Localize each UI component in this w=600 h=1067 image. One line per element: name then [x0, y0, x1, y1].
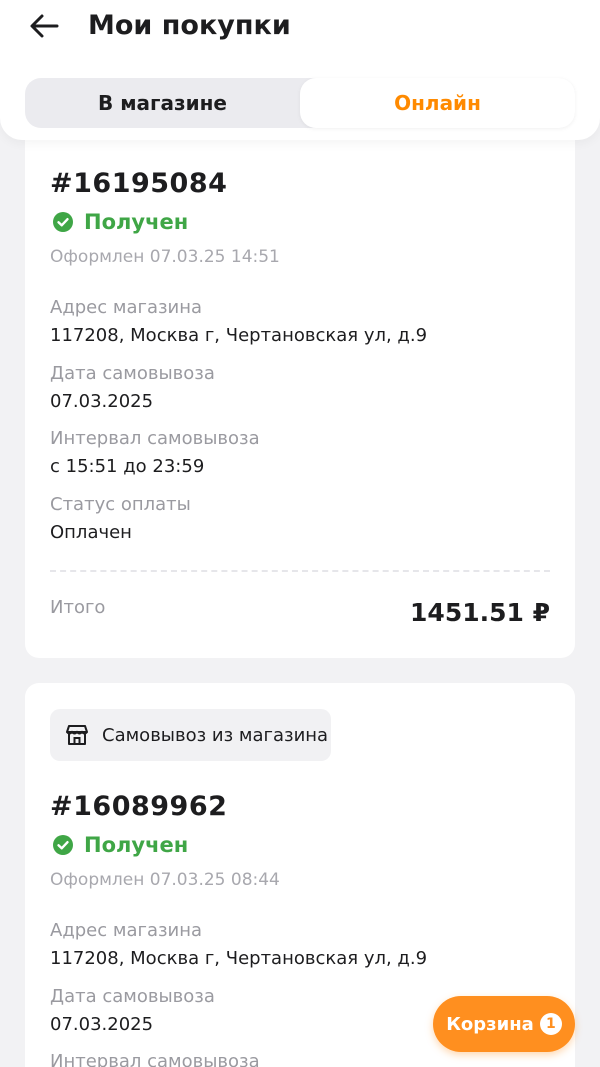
pickup-interval-label: Интервал самовывоза [50, 1051, 260, 1067]
store-address-label: Адрес магазина [50, 920, 203, 941]
pickup-interval-label: Интервал самовывоза [50, 428, 260, 449]
total-label: Итого [50, 597, 106, 618]
cart-button[interactable]: Корзина 1 [433, 996, 575, 1052]
tab-in-store[interactable]: В магазине [25, 78, 300, 128]
pickup-date-value: 07.03.2025 [50, 391, 154, 412]
order-created-date: Оформлен 07.03.25 08:44 [50, 870, 280, 890]
order-status-label: Получен [84, 833, 189, 857]
dashed-divider [50, 570, 550, 572]
tab-online[interactable]: Онлайн [300, 78, 575, 128]
order-card[interactable]: #16195084 Получен Оформлен 07.03.25 14:5… [25, 120, 575, 658]
order-status-label: Получен [84, 210, 189, 234]
back-button[interactable] [26, 8, 62, 44]
pickup-date-label: Дата самовывоза [50, 986, 215, 1007]
cart-label: Корзина [446, 1013, 534, 1035]
pickup-date-value: 07.03.2025 [50, 1014, 154, 1035]
order-number: #16089962 [50, 791, 228, 822]
pickup-interval-value: с 15:51 до 23:59 [50, 456, 205, 477]
store-address-label: Адрес магазина [50, 297, 203, 318]
order-status: Получен [52, 210, 188, 234]
check-circle-icon [53, 835, 73, 855]
top-bar: Мои покупки В магазине Онлайн [0, 0, 600, 140]
payment-status-label: Статус оплаты [50, 494, 191, 515]
order-created-date: Оформлен 07.03.25 14:51 [50, 247, 280, 267]
arrow-left-icon [30, 14, 59, 38]
cart-count-badge: 1 [539, 1013, 562, 1035]
delivery-type-chip: Самовывоз из магазина [50, 709, 331, 761]
check-circle-icon [53, 212, 73, 232]
order-status: Получен [52, 833, 188, 857]
purchase-type-tabs: В магазине Онлайн [25, 78, 575, 128]
pickup-date-label: Дата самовывоза [50, 363, 215, 384]
total-value: 1451.51 ₽ [410, 598, 550, 627]
page-title: Мои покупки [88, 10, 291, 41]
delivery-type-label: Самовывоз из магазина [102, 724, 329, 746]
store-address-value: 117208, Москва г, Чертановская ул, д.9 [50, 948, 428, 969]
payment-status-value: Оплачен [50, 522, 132, 543]
order-number: #16195084 [50, 168, 228, 199]
store-icon [66, 725, 88, 745]
store-address-value: 117208, Москва г, Чертановская ул, д.9 [50, 325, 428, 346]
